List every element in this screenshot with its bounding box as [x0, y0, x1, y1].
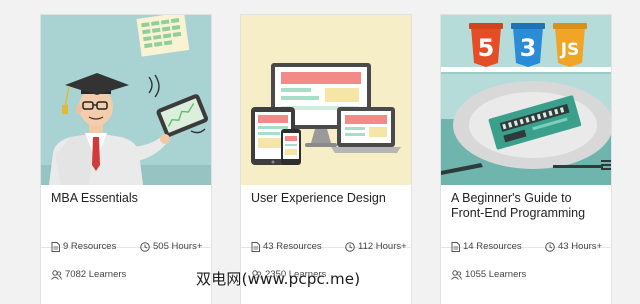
resources-label: 14 Resources: [463, 241, 522, 252]
hours-count: 505 Hours+: [140, 241, 202, 252]
learners-label: 1055 Learners: [465, 269, 527, 280]
resources-label: 43 Resources: [263, 241, 322, 252]
resources-count: 43 Resources: [251, 241, 322, 252]
course-title[interactable]: User Experience Design: [251, 191, 405, 206]
clock-icon: [545, 241, 555, 252]
course-image-ux[interactable]: [241, 15, 411, 185]
learners-count: 7082 Learners: [51, 269, 126, 280]
hours-label: 43 Hours+: [558, 241, 603, 252]
course-image-frontend[interactable]: 5 3 JS: [441, 15, 611, 185]
resources-count: 9 Resources: [51, 241, 116, 252]
course-title[interactable]: MBA Essentials: [51, 191, 205, 206]
watermark-text: 双电网(www.pcpc.me): [196, 270, 361, 288]
learners-count: 1055 Learners: [451, 269, 526, 280]
clock-icon: [345, 241, 355, 252]
users-icon: [51, 269, 62, 280]
course-card-mba[interactable]: MBA Essentials 9 Resources 505 Hours+ 70…: [41, 15, 211, 304]
course-card-frontend[interactable]: 5 3 JS A Beginner's Guide to Front-End P…: [441, 15, 611, 304]
hours-count: 43 Hours+: [545, 241, 602, 252]
resources-count: 14 Resources: [451, 241, 522, 252]
document-icon: [51, 241, 60, 252]
document-icon: [251, 241, 260, 252]
users-icon: [451, 269, 462, 280]
resources-label: 9 Resources: [63, 241, 117, 252]
hours-label: 505 Hours+: [153, 241, 203, 252]
hours-count: 112 Hours+: [345, 241, 407, 252]
svg-text:5: 5: [478, 34, 495, 62]
course-card-ux[interactable]: User Experience Design 43 Resources 112 …: [241, 15, 411, 304]
svg-text:3: 3: [520, 34, 537, 62]
html5-badge: 5: [469, 23, 503, 67]
course-image-mba[interactable]: [41, 15, 211, 185]
hours-label: 112 Hours+: [358, 241, 407, 252]
document-icon: [451, 241, 460, 252]
course-title[interactable]: A Beginner's Guide to Front-End Programm…: [451, 191, 605, 221]
js-badge: JS: [553, 23, 587, 67]
css3-badge: 3: [511, 23, 545, 67]
svg-text:JS: JS: [560, 40, 580, 60]
clock-icon: [140, 241, 150, 252]
learners-label: 7082 Learners: [65, 269, 127, 280]
